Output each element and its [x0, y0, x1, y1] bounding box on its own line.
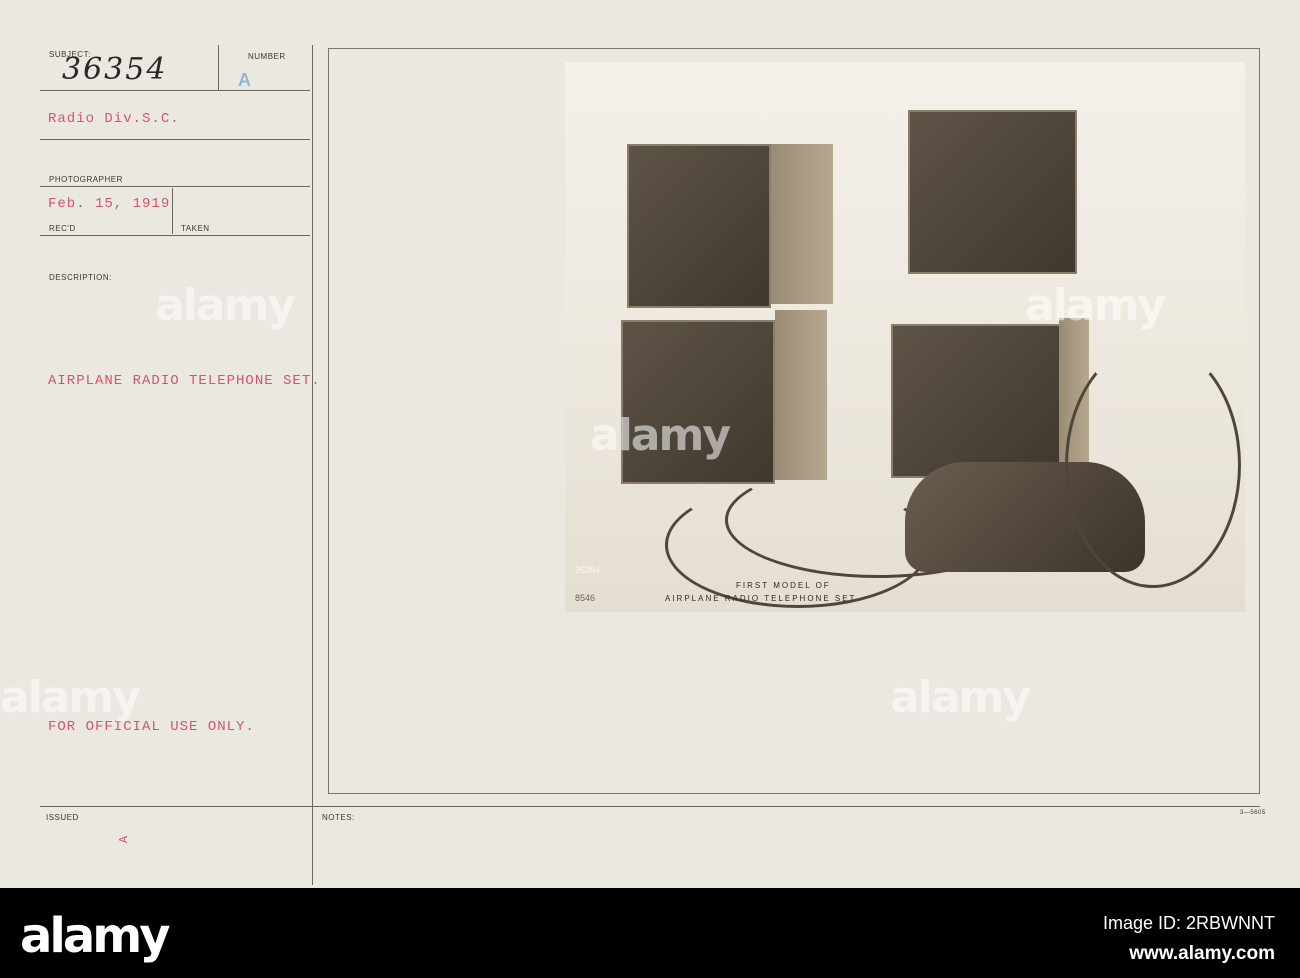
- watermark: alamy: [1025, 280, 1166, 331]
- equipment-box: [891, 324, 1061, 478]
- divider: [40, 235, 310, 236]
- watermark: alamy: [590, 410, 731, 461]
- photographer-label: PHOTOGRAPHER: [49, 175, 123, 184]
- equipment-box-side: [771, 144, 833, 304]
- archive-record-card: SUBJECT: 36354 NUMBER A Radio Div.S.C. P…: [0, 0, 1300, 888]
- divider: [40, 139, 310, 140]
- issued-label: ISSUED: [46, 813, 79, 822]
- equipment-box-side: [775, 310, 827, 480]
- taken-label: TAKEN: [181, 224, 210, 233]
- recd-label: REC'D: [49, 224, 76, 233]
- divider: [172, 188, 173, 234]
- watermark: alamy: [890, 672, 1031, 723]
- divider: [40, 186, 310, 187]
- site-url[interactable]: www.alamy.com: [1129, 943, 1275, 965]
- cable: [1065, 342, 1241, 588]
- issued-mark: A: [117, 834, 132, 844]
- stock-photo-footer: alamy Image ID: 2RBWNNT www.alamy.com: [0, 888, 1300, 978]
- column-divider: [312, 45, 313, 885]
- number-label: NUMBER: [248, 52, 286, 61]
- divider: [40, 90, 310, 91]
- equipment-box: [908, 110, 1077, 274]
- notes-label: NOTES:: [322, 813, 355, 822]
- date-received: Feb. 15, 1919: [48, 196, 171, 212]
- equipment-box: [627, 144, 771, 308]
- image-id: Image ID: 2RBWNNT: [1102, 913, 1275, 933]
- divider: [218, 45, 219, 91]
- watermark: alamy: [155, 280, 296, 331]
- divider: [40, 806, 1260, 807]
- alamy-logo: alamy: [20, 908, 171, 964]
- plate-number: 8546: [575, 593, 596, 603]
- watermark: alamy: [0, 672, 141, 723]
- description-value: AIRPLANE RADIO TELEPHONE SET.: [48, 373, 321, 389]
- description-label: DESCRIPTION:: [49, 273, 112, 282]
- subject-number-handwritten: 36354: [62, 52, 168, 87]
- photograph-radio-telephone-set: 36354 8546 FIRST MODEL OF AIRPLANE RADIO…: [565, 62, 1245, 612]
- photo-caption-line1: FIRST MODEL OF: [736, 581, 831, 590]
- subject-value: Radio Div.S.C.: [48, 111, 180, 127]
- number-stamp: A: [238, 70, 251, 90]
- form-number: 3—5605: [1240, 810, 1266, 816]
- photo-caption-line2: AIRPLANE RADIO TELEPHONE SET: [665, 594, 857, 603]
- negative-number: 36354: [575, 565, 601, 575]
